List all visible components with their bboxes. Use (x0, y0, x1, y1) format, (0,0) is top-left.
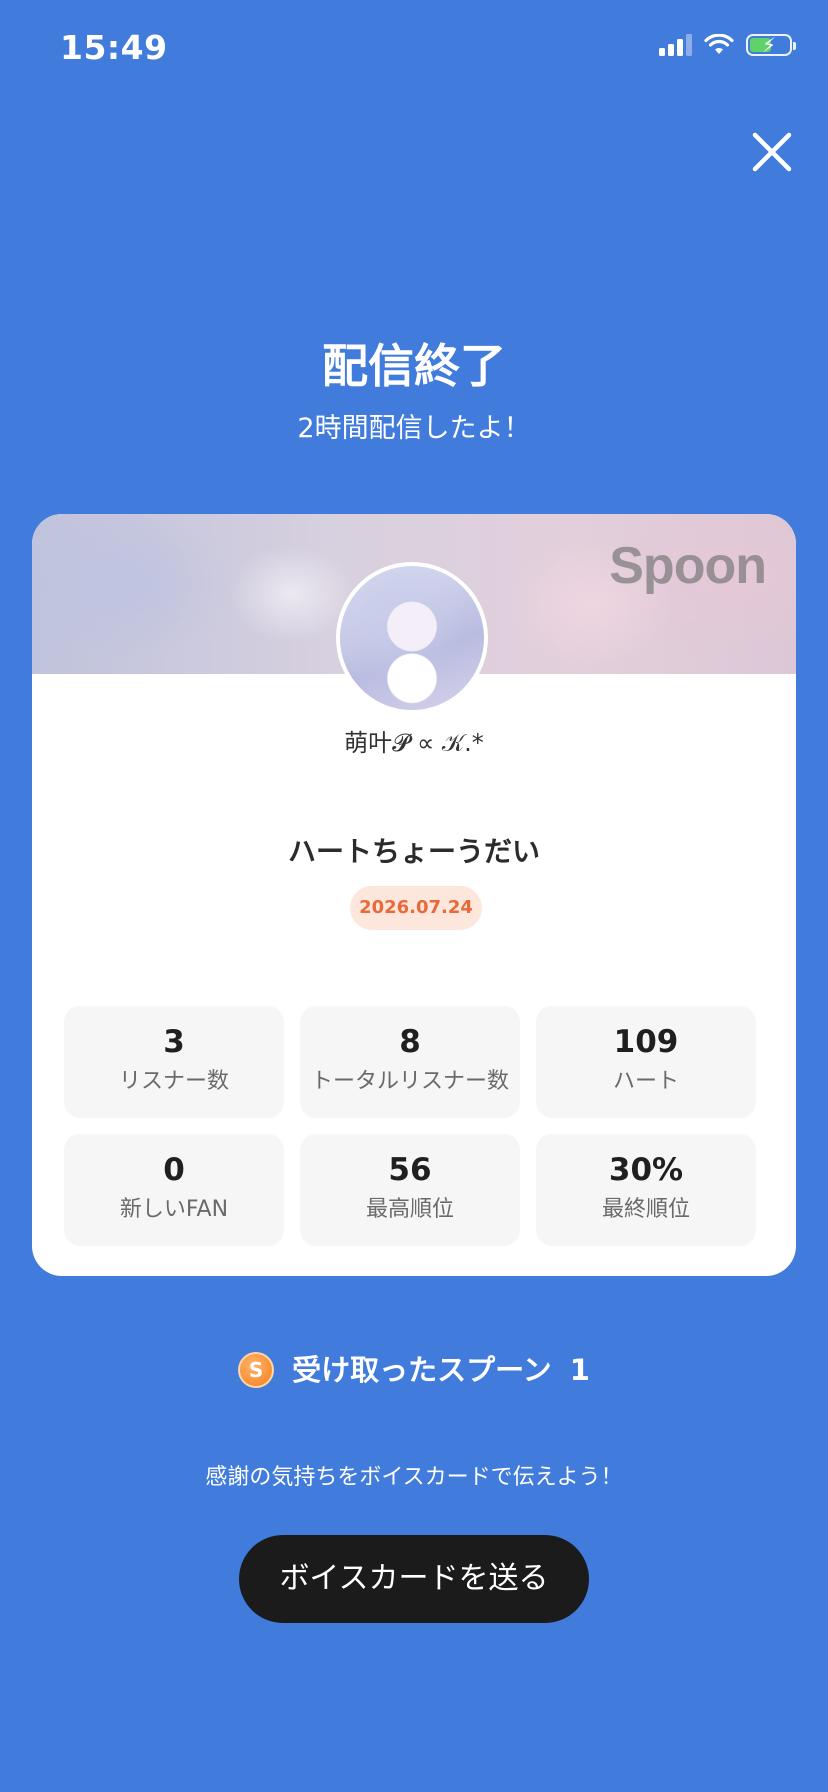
thanks-message: 感謝の気持ちをボイスカードで伝えよう！ (205, 1465, 623, 1490)
stat-label: リスナー数 (118, 1069, 229, 1094)
live-summary-card: Spoon 萌叶𝓟 ∝ 𝒦.* ハートちょーうだい 2026.07.24 3 リ… (32, 514, 796, 1276)
live-title: ハートちょーうだい (287, 835, 540, 868)
stat-label: トータルリスナー数 (310, 1069, 509, 1094)
stat-label: 最高順位 (365, 1197, 454, 1222)
stat-label: 新しいFAN (119, 1197, 229, 1222)
spoon-logo: Spoon (609, 537, 767, 595)
received-spoons-label: 受け取ったスプーン 1 (292, 1350, 590, 1390)
stat-value: 56 (388, 1152, 432, 1188)
stat-label: 最終順位 (601, 1197, 690, 1222)
close-icon (752, 132, 792, 172)
wifi-icon (704, 34, 734, 54)
avatar[interactable] (336, 562, 488, 714)
status-time: 15:49 (60, 28, 168, 67)
status-icons: ⚡ (659, 33, 796, 57)
charging-bolt-icon: ⚡ (761, 33, 777, 57)
spoon-coin-icon: S (238, 1352, 275, 1388)
stat-total-listeners: 8 トータルリスナー数 (300, 1006, 520, 1118)
stat-hearts: 109 ハート (536, 1006, 756, 1118)
date-badge: 2026.07.24 (350, 886, 482, 930)
cellular-signal-icon (659, 34, 692, 56)
stat-value: 8 (399, 1024, 421, 1060)
dj-name: 萌叶𝓟 ∝ 𝒦.* (344, 729, 484, 757)
stat-value: 30% (608, 1152, 684, 1188)
send-voice-card-button[interactable]: ボイスカードを送る (239, 1535, 589, 1623)
stat-value: 3 (163, 1024, 185, 1060)
received-spoons: S 受け取ったスプーン 1 (0, 1348, 828, 1392)
stat-value: 0 (163, 1152, 185, 1188)
close-button[interactable] (748, 128, 796, 176)
page-title: 配信終了 (322, 339, 506, 393)
stat-listeners: 3 リスナー数 (64, 1006, 284, 1118)
spoons-label: 受け取ったスプーン (292, 1353, 552, 1387)
battery-icon: ⚡ (746, 33, 796, 57)
stat-final-rank: 30% 最終順位 (536, 1134, 756, 1246)
page-subtitle: 2時間配信したよ！ (297, 413, 531, 444)
stat-highest-rank: 56 最高順位 (300, 1134, 520, 1246)
status-bar: 15:49 ⚡ (0, 0, 828, 100)
stat-new-fans: 0 新しいFAN (64, 1134, 284, 1246)
spoons-count: 1 (569, 1353, 590, 1387)
stat-value: 109 (613, 1024, 679, 1060)
stat-label: ハート (612, 1069, 679, 1094)
